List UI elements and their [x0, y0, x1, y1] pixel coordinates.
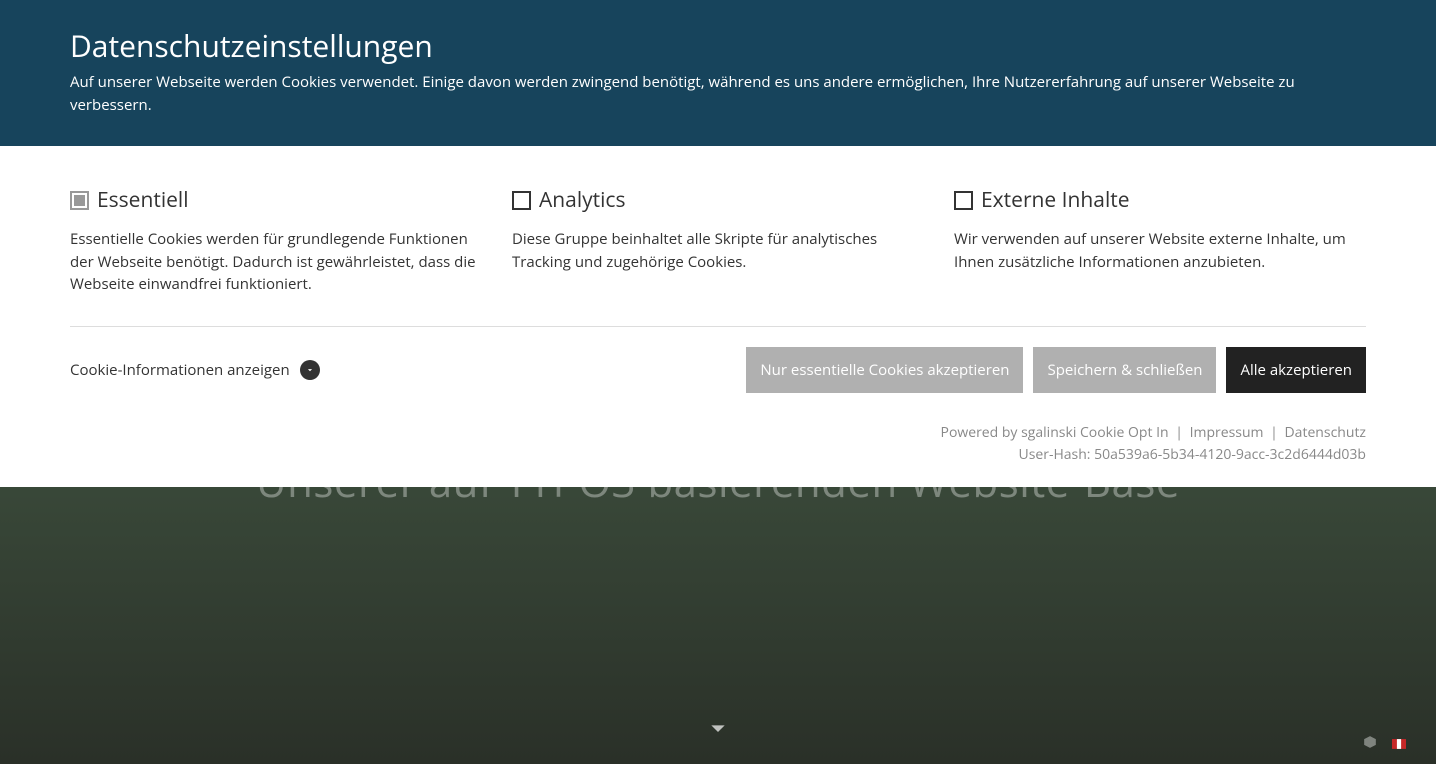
cookie-group-description: Diese Gruppe beinhaltet alle Skripte für…: [512, 228, 924, 273]
accept-all-button[interactable]: Alle akzeptieren: [1226, 347, 1366, 393]
cookie-group-description: Essentielle Cookies werden für grundlege…: [70, 228, 482, 296]
cookie-consent-modal: Datenschutzeinstellungen Auf unserer Web…: [0, 0, 1436, 487]
cookie-group-header: Essentiell: [70, 186, 482, 214]
language-icon[interactable]: [1392, 735, 1406, 754]
cookie-legal-footer: Powered by sgalinski Cookie Opt In | Imp…: [0, 413, 1436, 487]
cookie-group-analytics: Analytics Diese Gruppe beinhaltet alle S…: [512, 186, 924, 296]
cookie-group-label: Externe Inhalte: [981, 186, 1130, 214]
checkbox-external[interactable]: [954, 191, 973, 210]
legal-line-2: User-Hash: 50a539a6-5b34-4120-9acc-3c2d6…: [70, 445, 1366, 464]
cookie-modal-body: Essentiell Essentielle Cookies werden fü…: [0, 146, 1436, 413]
cookie-buttons-container: Nur essentielle Cookies akzeptieren Spei…: [746, 347, 1366, 393]
impressum-link[interactable]: Impressum: [1190, 423, 1264, 442]
checkbox-essential: [70, 191, 89, 210]
cookie-group-label: Essentiell: [97, 186, 189, 214]
cookie-group-description: Wir verwenden auf unserer Website extern…: [954, 228, 1366, 273]
cookie-modal-header: Datenschutzeinstellungen Auf unserer Web…: [0, 0, 1436, 146]
cookie-group-essential: Essentiell Essentielle Cookies werden fü…: [70, 186, 482, 296]
legal-separator: |: [1175, 423, 1183, 442]
cookie-modal-footer: Cookie-Informationen anzeigen Nur essent…: [70, 327, 1366, 393]
cookie-modal-subtitle: Auf unserer Webseite werden Cookies verw…: [70, 71, 1366, 116]
cookie-modal-title: Datenschutzeinstellungen: [70, 25, 1366, 66]
powered-by-link[interactable]: Powered by sgalinski Cookie Opt In: [941, 423, 1169, 442]
save-close-button[interactable]: Speichern & schließen: [1033, 347, 1216, 393]
cookie-group-external: Externe Inhalte Wir verwenden auf unsere…: [954, 186, 1366, 296]
essential-only-button[interactable]: Nur essentielle Cookies akzeptieren: [746, 347, 1023, 393]
cookie-groups-container: Essentiell Essentielle Cookies werden fü…: [70, 186, 1366, 327]
datenschutz-link[interactable]: Datenschutz: [1285, 423, 1366, 442]
cookie-info-toggle-label: Cookie-Informationen anzeigen: [70, 360, 290, 380]
scroll-down-icon[interactable]: [702, 711, 734, 754]
cookie-info-toggle[interactable]: Cookie-Informationen anzeigen: [70, 360, 320, 380]
legal-line-1: Powered by sgalinski Cookie Opt In | Imp…: [70, 423, 1366, 442]
user-hash-label: User-Hash:: [1018, 445, 1090, 464]
chevron-down-icon: [300, 360, 320, 380]
typo3-icon[interactable]: [1363, 735, 1377, 754]
bottom-icons-container: [1363, 735, 1406, 754]
cookie-group-header: Externe Inhalte: [954, 186, 1366, 214]
cookie-group-label: Analytics: [539, 186, 626, 214]
checkbox-analytics[interactable]: [512, 191, 531, 210]
user-hash-value: 50a539a6-5b34-4120-9acc-3c2d6444d03b: [1094, 445, 1366, 464]
cookie-group-header: Analytics: [512, 186, 924, 214]
legal-separator: |: [1270, 423, 1278, 442]
